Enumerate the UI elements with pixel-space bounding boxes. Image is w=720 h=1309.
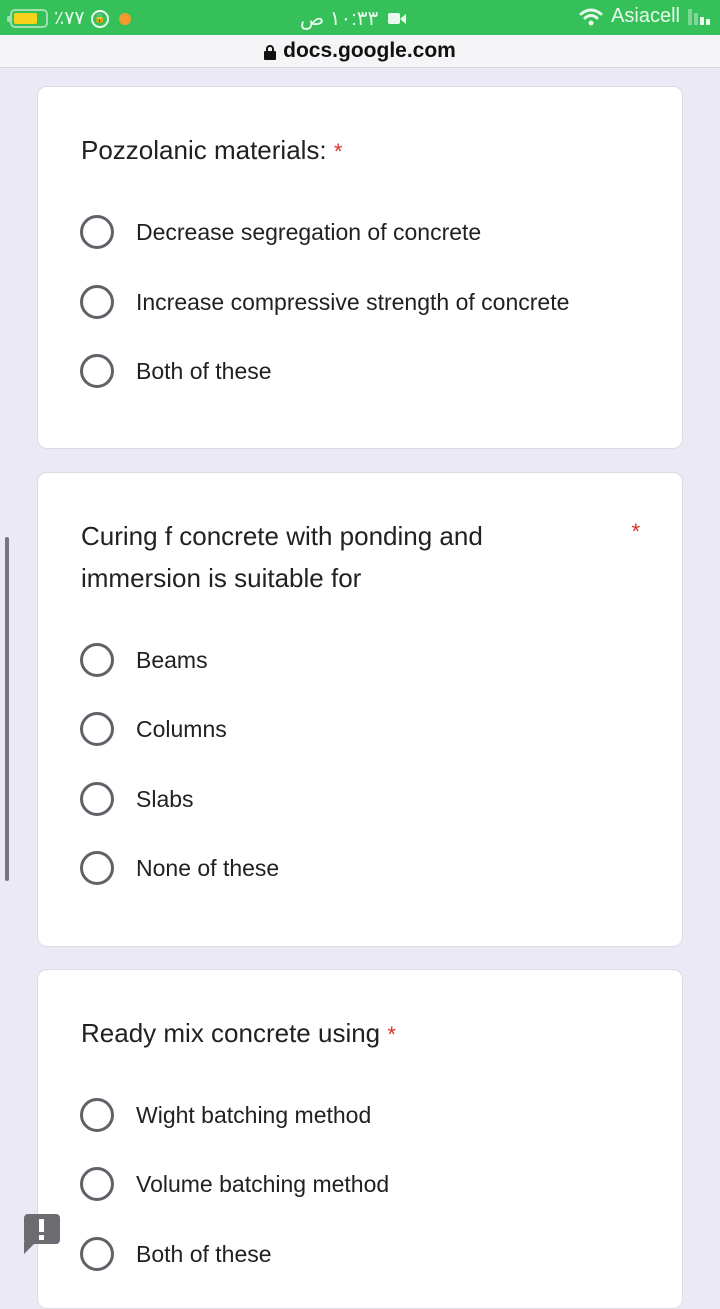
option-label: Both of these — [136, 1240, 272, 1267]
radio-button[interactable] — [80, 1098, 114, 1132]
lock-icon — [264, 44, 277, 60]
option-item[interactable]: Wight batching method — [80, 1098, 371, 1132]
question-card-3: Ready mix concrete using * Wight batchin… — [37, 969, 683, 1309]
option-label: Volume batching method — [136, 1170, 390, 1197]
radio-button[interactable] — [80, 643, 114, 677]
url-bar[interactable]: docs.google.com — [0, 35, 720, 68]
question-text: Pozzolanic materials: — [81, 135, 327, 165]
radio-button[interactable] — [80, 782, 114, 816]
radio-button[interactable] — [80, 1237, 114, 1271]
carrier-name: Asiacell — [611, 5, 680, 27]
option-label: Slabs — [136, 785, 194, 812]
question-title: Pozzolanic materials: * — [81, 129, 342, 173]
question-title: Curing f concrete with ponding and immer… — [81, 515, 483, 599]
option-label: Wight batching method — [136, 1101, 372, 1128]
question-title: Ready mix concrete using * — [81, 1012, 396, 1056]
battery-icon — [7, 9, 48, 28]
required-asterisk: * — [631, 519, 640, 544]
radio-button[interactable] — [80, 354, 114, 388]
option-label: Both of these — [136, 357, 272, 384]
option-label: None of these — [136, 854, 280, 881]
required-asterisk: * — [333, 139, 343, 164]
radio-button[interactable] — [80, 712, 114, 746]
wifi-icon — [579, 8, 603, 25]
scrollbar[interactable] — [5, 537, 9, 881]
option-label: Columns — [136, 715, 227, 742]
option-item[interactable]: Increase compressive strength of concret… — [80, 285, 569, 319]
status-left: ٪۷۷ 🔒 — [7, 7, 131, 30]
signal-icon — [688, 8, 710, 25]
rotation-lock-icon: 🔒 — [90, 9, 109, 28]
option-label: Beams — [136, 646, 208, 673]
battery-percent: ٪۷۷ — [54, 8, 85, 29]
option-item[interactable]: None of these — [80, 851, 279, 885]
question-card-1: Pozzolanic materials: * Decrease segrega… — [37, 86, 683, 449]
option-item[interactable]: Beams — [80, 643, 208, 677]
required-asterisk: * — [387, 1022, 396, 1047]
status-right: Asiacell — [579, 5, 710, 28]
option-label: Increase compressive strength of concret… — [136, 288, 570, 315]
radio-button[interactable] — [80, 1167, 114, 1201]
feedback-button[interactable] — [24, 1214, 60, 1258]
option-item[interactable]: Both of these — [80, 1237, 272, 1271]
radio-button[interactable] — [80, 215, 114, 249]
status-bar: ٪۷۷ 🔒 ۱۰:۳۳ ص Asiacell — [0, 0, 720, 35]
option-item[interactable]: Columns — [80, 712, 227, 746]
clock: ۱۰:۳۳ ص — [300, 8, 379, 30]
question-card-2: Curing f concrete with ponding and immer… — [37, 472, 683, 947]
option-item[interactable]: Both of these — [80, 354, 272, 388]
recording-dot-icon — [118, 12, 131, 25]
status-center: ۱۰:۳۳ ص — [300, 6, 407, 31]
battery-fill — [14, 13, 38, 24]
option-item[interactable]: Volume batching method — [80, 1167, 389, 1201]
radio-button[interactable] — [80, 285, 114, 319]
question-text-line-1: Curing f concrete with ponding and — [81, 521, 483, 551]
url-text[interactable]: docs.google.com — [283, 39, 456, 63]
option-label: Decrease segregation of concrete — [136, 218, 482, 245]
option-item[interactable]: Decrease segregation of concrete — [80, 215, 481, 249]
question-text: Ready mix concrete using — [81, 1018, 381, 1048]
question-text-line-2: immersion is suitable for — [81, 563, 362, 593]
option-item[interactable]: Slabs — [80, 782, 194, 816]
radio-button[interactable] — [80, 851, 114, 885]
video-camera-icon — [388, 13, 407, 24]
